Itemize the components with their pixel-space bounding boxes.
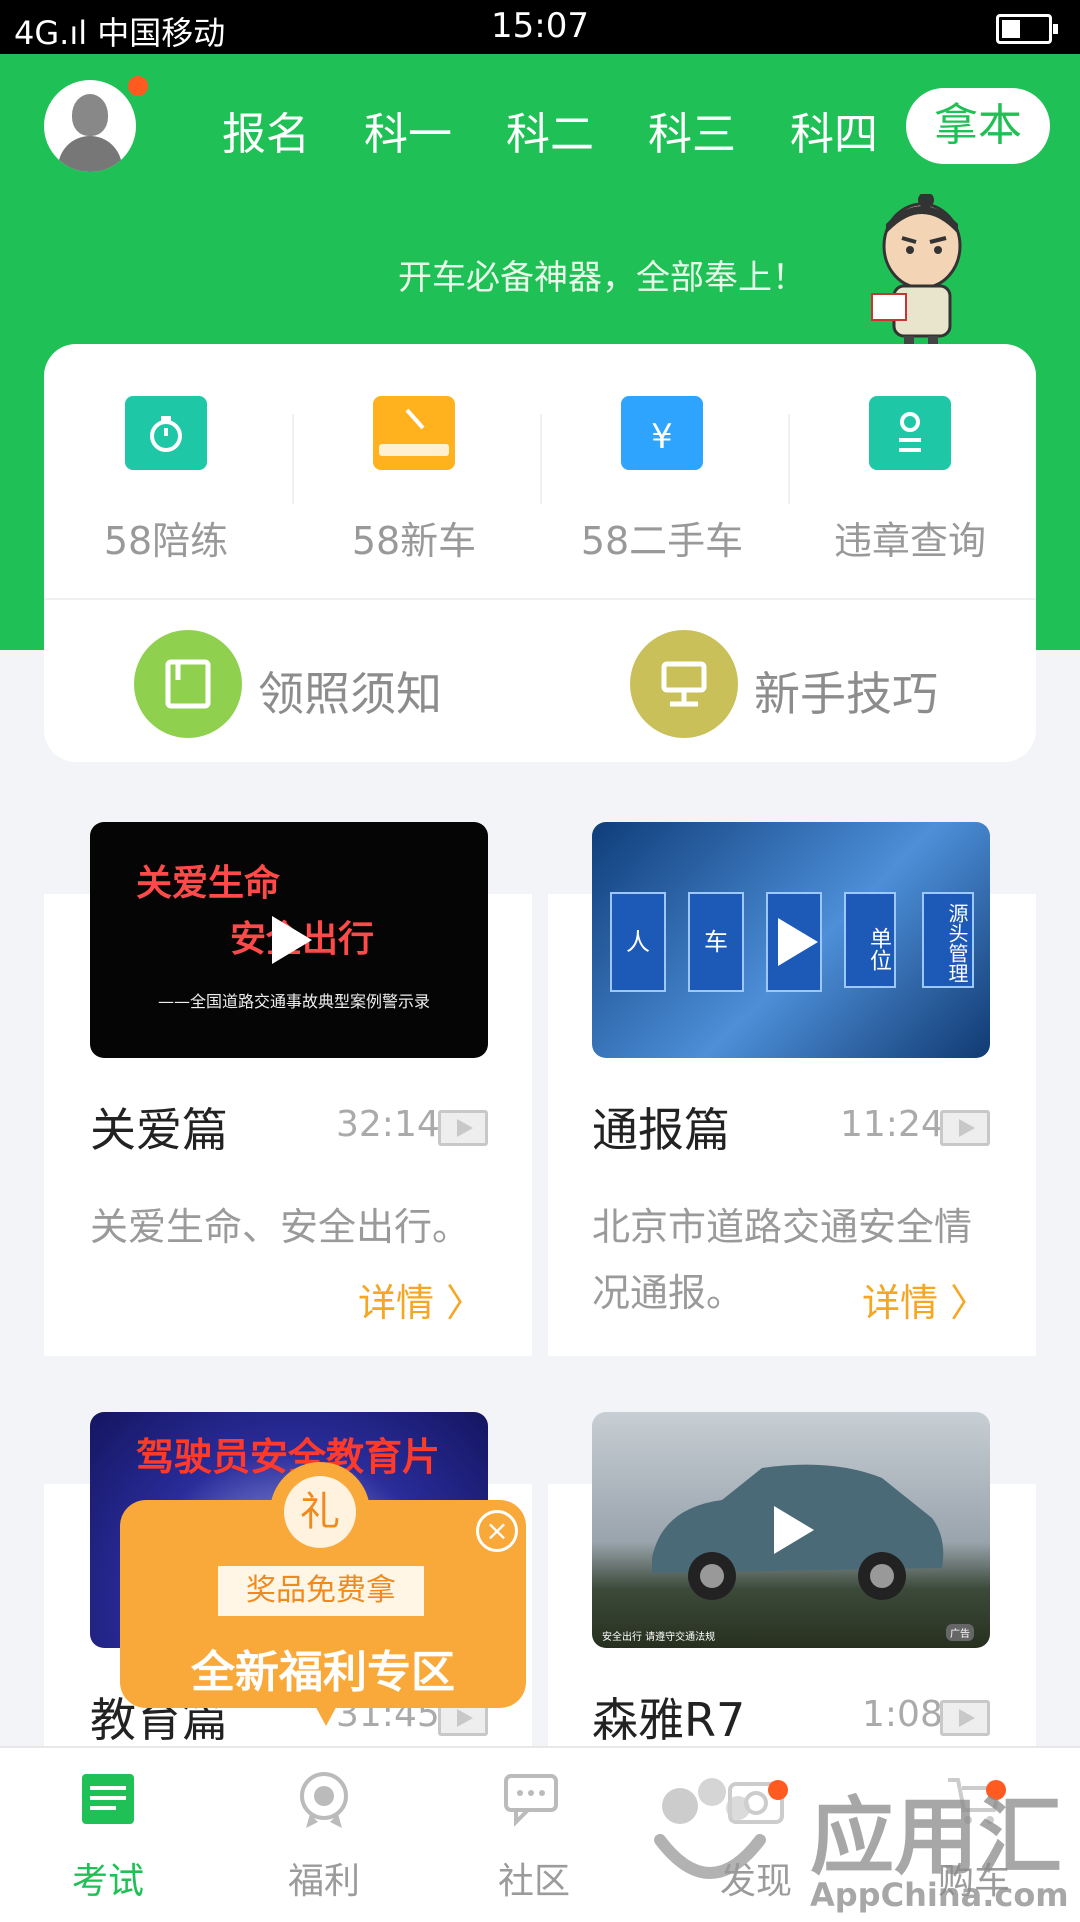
guide-license-notes-button[interactable]: [134, 630, 242, 738]
play-icon[interactable]: [272, 916, 312, 964]
nav-exam[interactable]: 考试: [28, 1770, 188, 1904]
popup-title[interactable]: 全新福利专区: [120, 1636, 526, 1700]
video-title: 森雅R7: [592, 1693, 746, 1747]
tab-subject-four[interactable]: 科四: [790, 98, 878, 162]
play-icon[interactable]: [774, 1506, 814, 1554]
video-duration: 11:24: [840, 1104, 944, 1145]
details-link[interactable]: 详情 〉: [862, 1272, 988, 1327]
service-label: 58新车: [351, 519, 477, 563]
service-label: 违章查询: [833, 519, 986, 563]
yuan-icon: ¥: [621, 396, 703, 470]
stopwatch-icon: [125, 396, 207, 470]
guide-label[interactable]: 领照须知: [258, 658, 442, 724]
tab-subject-three[interactable]: 科三: [648, 98, 736, 162]
tab-subject-one[interactable]: 科一: [364, 98, 452, 162]
gift-badge-icon: 礼: [270, 1462, 370, 1562]
clock: 15:07: [491, 6, 589, 46]
service-practice[interactable]: 58陪练: [46, 396, 286, 565]
video-title: 关爱篇: [90, 1103, 228, 1157]
notification-dot: [128, 76, 148, 96]
nav-welfare[interactable]: 福利: [244, 1770, 404, 1904]
guide-label[interactable]: 新手技巧: [754, 658, 938, 724]
nav-community[interactable]: 社区: [454, 1770, 614, 1904]
video-thumbnail[interactable]: 人 车 单位 源头管理: [592, 822, 990, 1058]
video-description: 关爱生命、安全出行。: [90, 1205, 471, 1249]
video-thumbnail[interactable]: 关爱生命 安全出行 ——全国道路交通事故典型案例警示录: [90, 822, 488, 1058]
service-used-car[interactable]: ¥ 58二手车: [542, 396, 782, 565]
video-thumbnail[interactable]: 安全出行 请遵守交通法规 广告: [592, 1412, 990, 1648]
service-label: 58二手车: [580, 519, 744, 563]
tab-signup[interactable]: 报名: [222, 98, 310, 162]
car-icon: [373, 396, 455, 470]
document-icon: [165, 659, 211, 709]
watermark: 应用汇 AppChina.com: [640, 1748, 1080, 1920]
avatar[interactable]: [44, 80, 136, 172]
medal-icon: [292, 1770, 356, 1828]
svg-text:¥: ¥: [651, 417, 673, 457]
service-label: 58陪练: [103, 519, 229, 563]
video-icon: [940, 1700, 990, 1736]
monitor-icon: [661, 661, 707, 707]
chat-icon: [502, 1770, 566, 1828]
video-duration: 1:08: [862, 1694, 943, 1735]
video-title: 通报篇: [592, 1103, 730, 1157]
exam-icon: [76, 1770, 140, 1828]
tab-subject-two[interactable]: 科二: [506, 98, 594, 162]
id-card-icon: [869, 396, 951, 470]
status-bar: 4G.ıl 中国移动 15:07: [0, 0, 1080, 54]
video-icon: [438, 1110, 488, 1146]
video-icon: [940, 1110, 990, 1146]
details-link[interactable]: 详情 〉: [358, 1272, 484, 1327]
service-violation-query[interactable]: 违章查询: [790, 396, 1030, 565]
guide-beginner-tips-button[interactable]: [630, 630, 738, 738]
prize-ribbon: 奖品免费拿: [218, 1566, 424, 1616]
watermark-logo-icon: [654, 1778, 766, 1879]
divider: [44, 598, 1036, 600]
video-duration: 32:14: [336, 1104, 440, 1145]
battery-icon: [996, 14, 1058, 44]
close-icon[interactable]: ×: [476, 1510, 518, 1552]
slogan: 开车必备神器，全部奉上！: [398, 258, 806, 298]
play-icon[interactable]: [778, 918, 818, 966]
tab-get-license[interactable]: 拿本: [906, 88, 1050, 164]
service-new-car[interactable]: 58新车: [294, 396, 534, 565]
